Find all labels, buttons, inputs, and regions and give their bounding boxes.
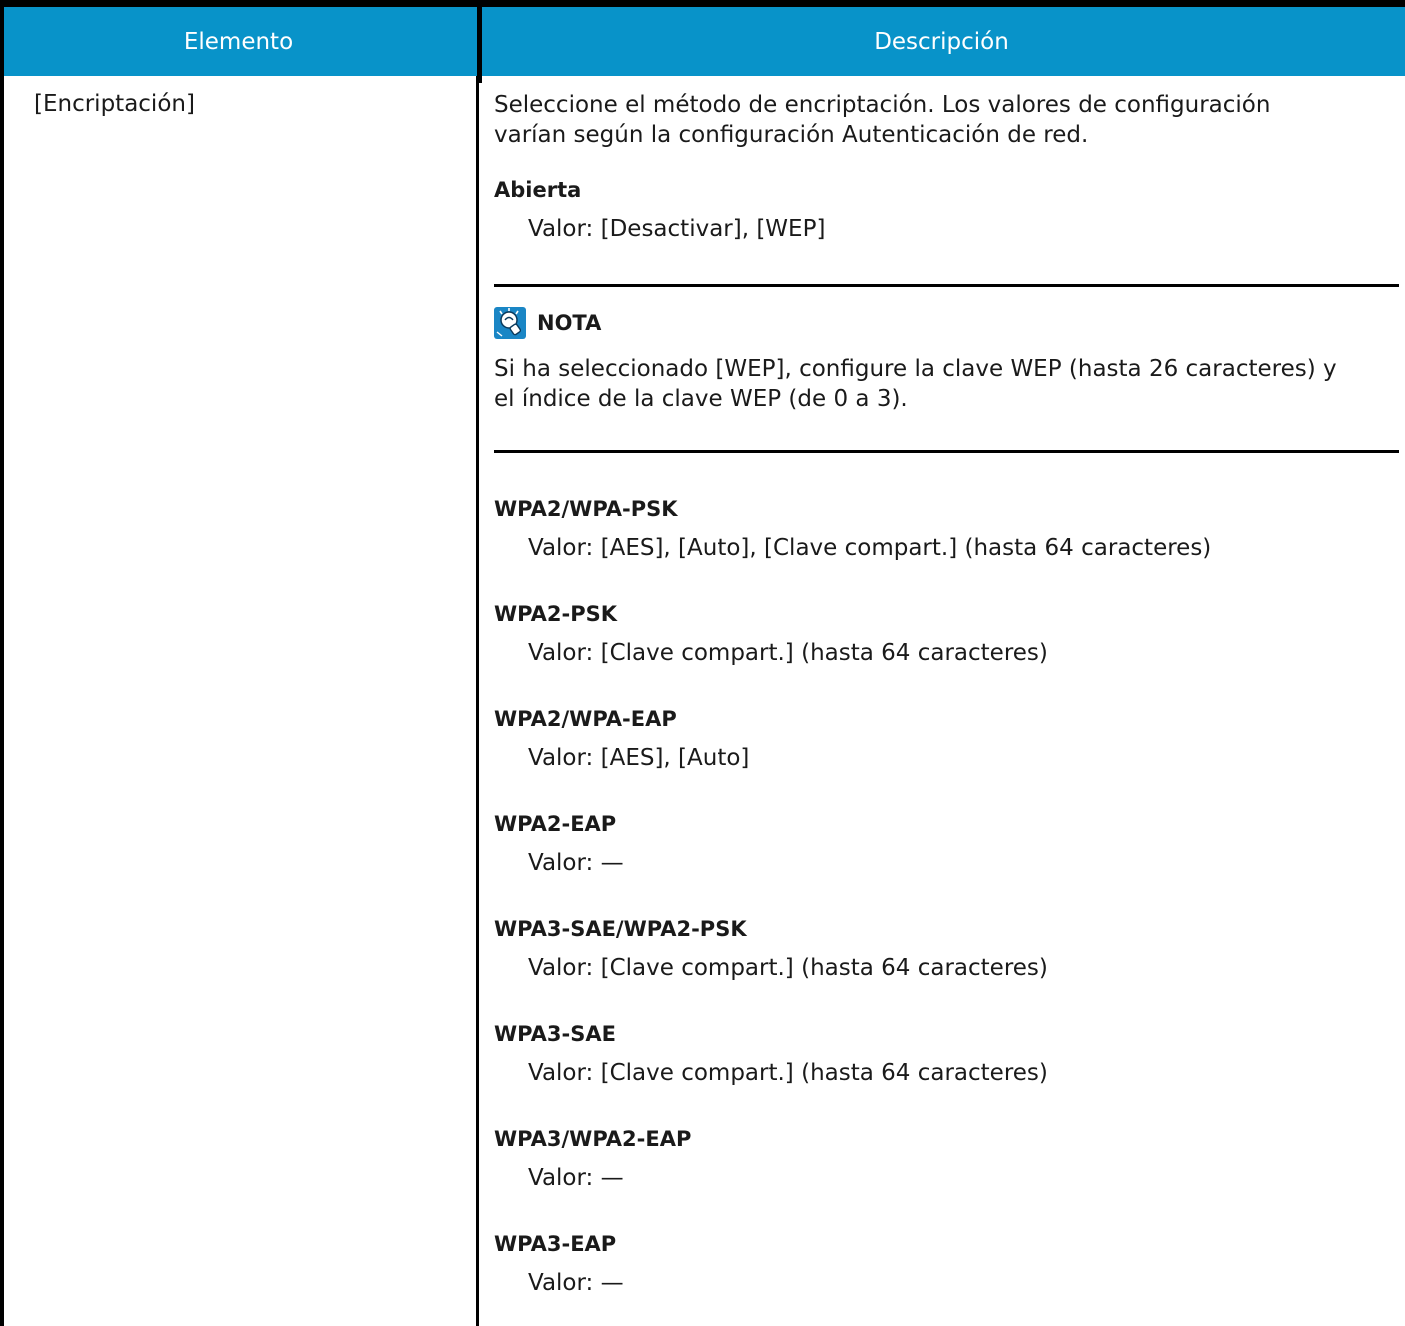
intro-line-1: Seleccione el método de encriptación. Lo… — [494, 92, 1271, 118]
group-title: WPA3-SAE — [494, 1022, 616, 1046]
group-wpa3-sae: WPA3-SAE Valor: [Clave compart.] (hasta … — [494, 1019, 1399, 1088]
intro-text: Seleccione el método de encriptación. Lo… — [494, 90, 1399, 150]
group-wpa3-sae-wpa2-psk: WPA3-SAE/WPA2-PSK Valor: [Clave compart.… — [494, 914, 1399, 983]
encryption-groups: WPA2/WPA-PSK Valor: [AES], [Auto], [Clav… — [494, 494, 1399, 1298]
item-encriptacion: [Encriptación] — [34, 91, 195, 117]
note-icon — [494, 307, 526, 339]
note-heading: NOTA — [494, 307, 601, 339]
group-title: WPA3/WPA2-EAP — [494, 1127, 692, 1151]
group-value: Valor: [Clave compart.] (hasta 64 caract… — [528, 640, 1048, 666]
group-value: Valor: — — [528, 1165, 624, 1191]
header-descripcion: Descripción — [874, 28, 1009, 55]
group-value: Valor: [Clave compart.] (hasta 64 caract… — [528, 955, 1048, 981]
intro-line-2: varían según la configuración Autenticac… — [494, 122, 1089, 148]
group-value: Valor: [Clave compart.] (hasta 64 caract… — [528, 1060, 1048, 1086]
group-wpa2-wpa-psk: WPA2/WPA-PSK Valor: [AES], [Auto], [Clav… — [494, 494, 1399, 563]
group-value: Valor: [AES], [Auto], [Clave compart.] (… — [528, 535, 1212, 561]
table-left-border — [0, 76, 4, 1326]
group-abierta: Abierta Valor: [Desactivar], [WEP] — [494, 175, 1399, 244]
description-cell: Seleccione el método de encriptación. Lo… — [494, 90, 1399, 244]
header-elemento: Elemento — [183, 28, 294, 55]
group-wpa3-wpa2-eap: WPA3/WPA2-EAP Valor: — — [494, 1124, 1399, 1193]
group-title: Abierta — [494, 178, 582, 202]
group-title: WPA2/WPA-PSK — [494, 497, 678, 521]
group-value: Valor: [AES], [Auto] — [528, 745, 750, 771]
group-title: WPA3-SAE/WPA2-PSK — [494, 917, 747, 941]
note-line-2: el índice de la clave WEP (de 0 a 3). — [494, 386, 908, 412]
group-title: WPA3-EAP — [494, 1232, 617, 1256]
note-box: NOTA Si ha seleccionado [WEP], configure… — [494, 284, 1399, 453]
group-title: WPA2-EAP — [494, 812, 617, 836]
group-value: Valor: — — [528, 850, 624, 876]
table-header: Elemento Descripción — [0, 0, 1405, 83]
table-column-divider — [476, 76, 479, 1326]
note-label: NOTA — [537, 311, 602, 335]
group-wpa2-psk: WPA2-PSK Valor: [Clave compart.] (hasta … — [494, 599, 1399, 668]
group-wpa2-eap: WPA2-EAP Valor: — — [494, 809, 1399, 878]
group-wpa2-wpa-eap: WPA2/WPA-EAP Valor: [AES], [Auto] — [494, 704, 1399, 773]
settings-table: Elemento Descripción [Encriptación] Sele… — [0, 0, 1405, 1326]
note-text: Si ha seleccionado [WEP], configure la c… — [494, 354, 1399, 414]
note-line-1: Si ha seleccionado [WEP], configure la c… — [494, 356, 1337, 382]
group-title: WPA2/WPA-EAP — [494, 707, 677, 731]
group-value: Valor: [Desactivar], [WEP] — [528, 216, 826, 242]
group-title: WPA2-PSK — [494, 602, 617, 626]
group-wpa3-eap: WPA3-EAP Valor: — — [494, 1229, 1399, 1298]
group-value: Valor: — — [528, 1270, 624, 1296]
